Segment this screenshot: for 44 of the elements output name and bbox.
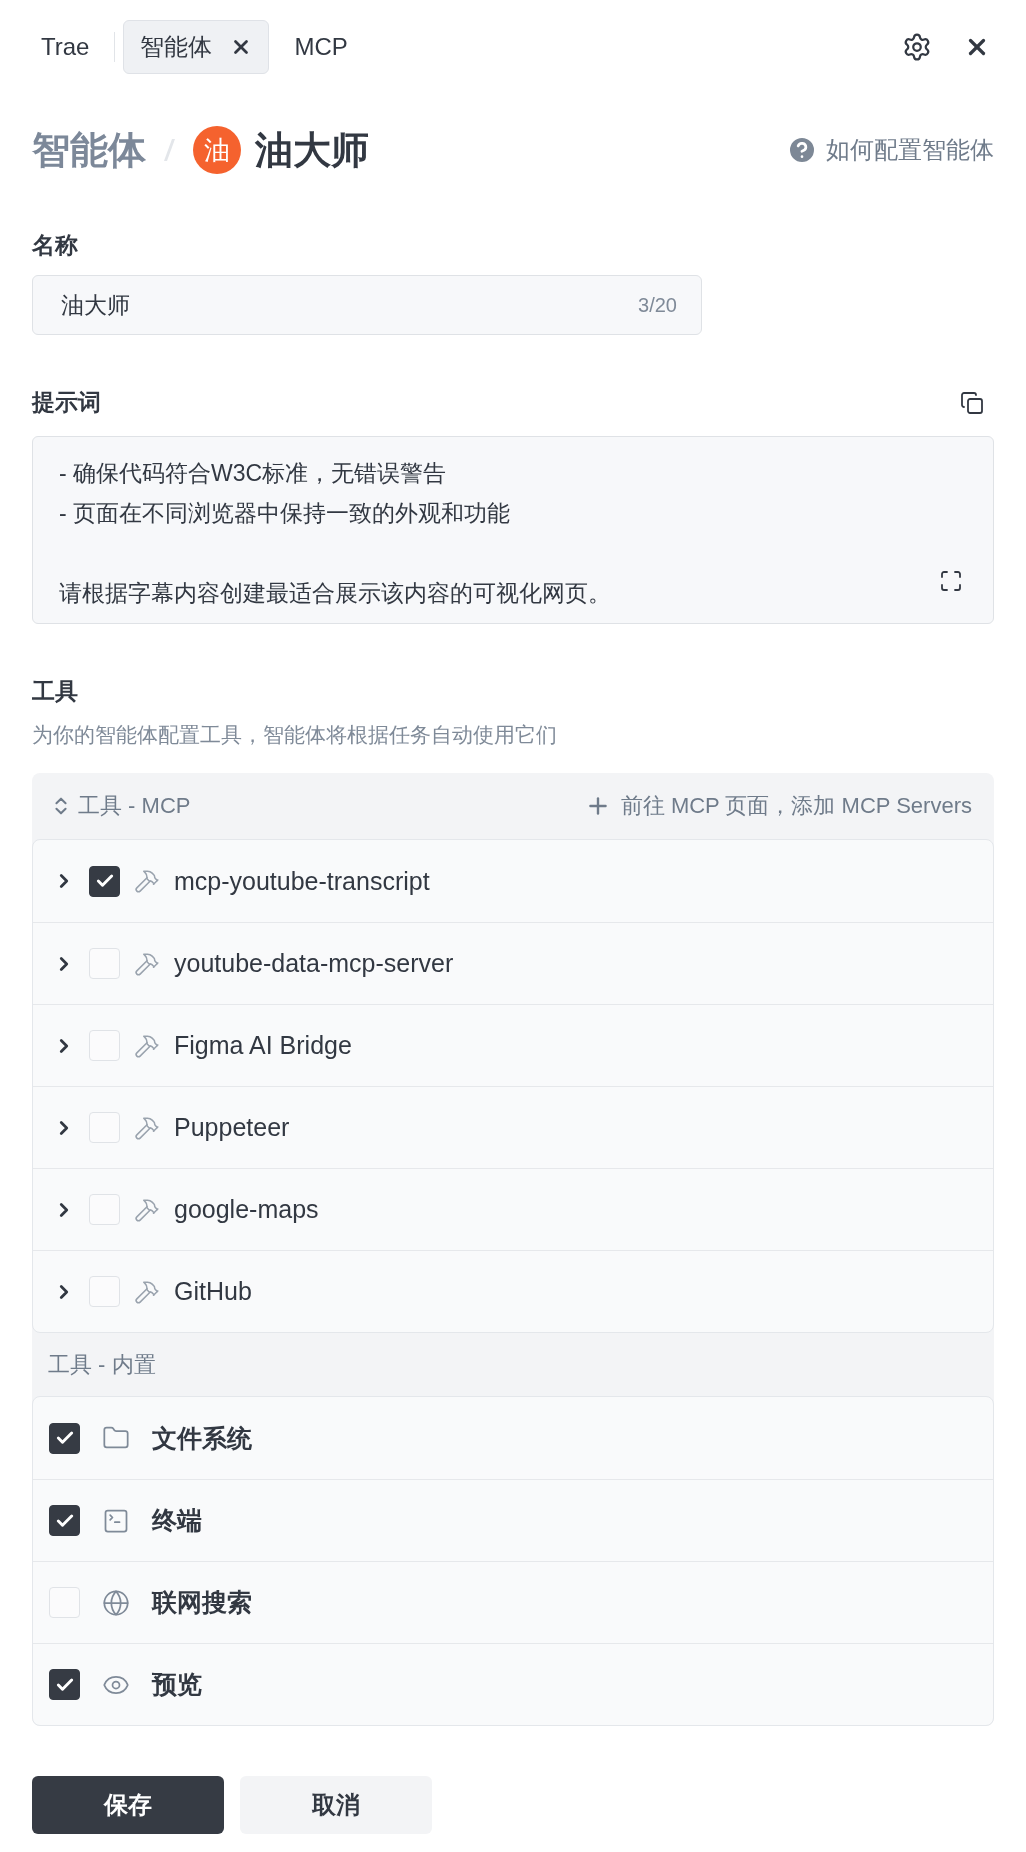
field-label: 名称	[32, 231, 79, 260]
breadcrumb-link[interactable]: 智能体	[32, 124, 146, 176]
agent-name: 油大师	[255, 127, 369, 173]
checkbox[interactable]	[49, 1669, 80, 1700]
tool-name: GitHub	[174, 1277, 252, 1306]
tool-name: 文件系统	[152, 1422, 252, 1454]
tool-name: google-maps	[174, 1195, 319, 1224]
tool-name: youtube-data-mcp-server	[174, 949, 454, 978]
checkbox[interactable]	[89, 865, 120, 897]
section-title: 工具	[32, 677, 79, 706]
tool-name: 联网搜索	[152, 1587, 252, 1618]
hammer-icon	[134, 950, 160, 977]
prompt-field[interactable]: - 确保代码符合W3C标准，无错误警告 - 页面在不同浏览器中保持一致的外观和功能 请根据字幕内容创建最适合展示该内容的可视化网页。	[32, 436, 994, 624]
tool-name: mcp-youtube-transcript	[174, 866, 430, 896]
help-link-text[interactable]: 如何配置智能体	[826, 134, 994, 166]
expand-button[interactable]	[939, 569, 963, 593]
checkbox[interactable]	[49, 1422, 80, 1454]
hammer-icon	[134, 1278, 160, 1305]
tool-name: Puppeteer	[174, 1113, 290, 1142]
tab[interactable]: 智能体	[123, 20, 270, 74]
section-description: 为你的智能体配置工具，智能体将根据任务自动使用它们	[32, 722, 558, 748]
checkbox[interactable]	[49, 1505, 80, 1536]
copy-button[interactable]	[960, 390, 984, 415]
tab[interactable]: MCP	[277, 20, 365, 74]
character-counter: 3/20	[638, 293, 677, 317]
help-link[interactable]: 如何配置智能体	[786, 134, 994, 166]
globe-icon	[102, 1588, 130, 1617]
save-button[interactable]: 保存	[32, 1776, 224, 1834]
hammer-icon	[134, 1114, 160, 1141]
agent-avatar: 油	[193, 126, 241, 174]
tab[interactable]: Trae	[24, 20, 107, 74]
add-mcp-link[interactable]: 前往 MCP 页面，添加 MCP Servers	[584, 791, 972, 821]
field-label: 提示词	[32, 388, 101, 417]
mcp-group-toggle[interactable]: 工具 - MCP	[50, 791, 191, 821]
tool-name: Figma AI Bridge	[174, 1031, 352, 1060]
settings-button[interactable]	[902, 32, 932, 62]
cancel-button[interactable]: 取消	[240, 1776, 432, 1834]
name-field[interactable]: 油大师 3/20	[32, 275, 702, 335]
tool-name: 预览	[152, 1669, 202, 1700]
tool-name: 终端	[152, 1505, 202, 1536]
hammer-icon	[134, 1196, 160, 1223]
hammer-icon	[134, 1032, 160, 1059]
group-title: 工具 - 内置	[48, 1350, 156, 1379]
hammer-icon	[134, 868, 160, 894]
